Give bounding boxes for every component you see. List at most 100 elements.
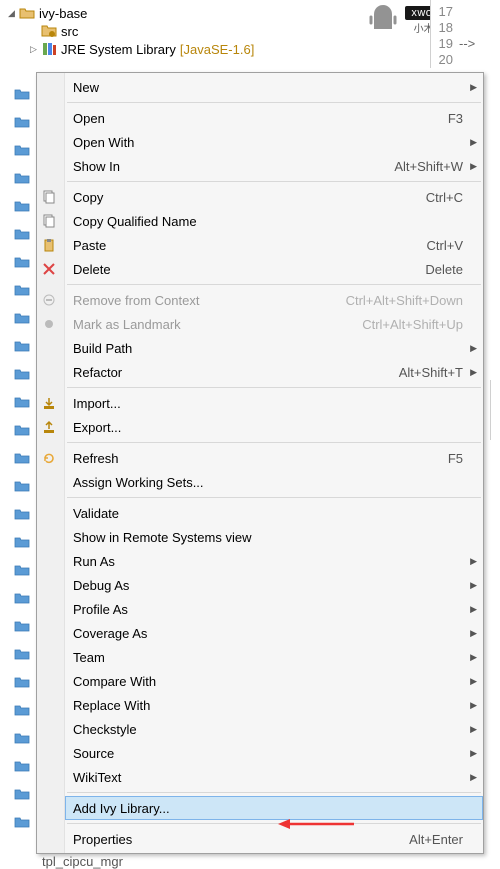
submenu-arrow-icon: ▶ bbox=[470, 604, 477, 615]
menu-item-compare-with[interactable]: Compare With▶ bbox=[65, 669, 483, 693]
menu-item-shortcut: Alt+Enter bbox=[397, 832, 463, 847]
menu-item-run-as[interactable]: Run As▶ bbox=[65, 549, 483, 573]
menu-separator bbox=[67, 442, 481, 443]
menu-item-import[interactable]: Import... bbox=[65, 391, 483, 415]
jre-library[interactable]: ▷ JRE System Library [JavaSE-1.6] bbox=[6, 40, 500, 58]
folder-icon bbox=[14, 170, 30, 186]
folder-icon bbox=[14, 86, 30, 102]
menu-item-properties[interactable]: PropertiesAlt+Enter bbox=[65, 827, 483, 851]
background-project-item[interactable] bbox=[14, 528, 30, 556]
menu-item-export[interactable]: Export... bbox=[65, 415, 483, 439]
background-project-item[interactable] bbox=[14, 612, 30, 640]
menu-item-new[interactable]: New▶ bbox=[65, 75, 483, 99]
context-menu[interactable]: New▶OpenF3Open With▶Show InAlt+Shift+W▶C… bbox=[36, 72, 484, 854]
menu-item-open-with[interactable]: Open With▶ bbox=[65, 130, 483, 154]
background-project-item[interactable] bbox=[14, 640, 30, 668]
folder-icon bbox=[14, 730, 30, 746]
background-project-item[interactable] bbox=[14, 500, 30, 528]
menu-item-shortcut: F5 bbox=[436, 451, 463, 466]
background-projects bbox=[14, 80, 30, 836]
background-project-item[interactable] bbox=[14, 248, 30, 276]
menu-item-paste[interactable]: PasteCtrl+V bbox=[65, 233, 483, 257]
background-project-item[interactable] bbox=[14, 472, 30, 500]
submenu-arrow-icon: ▶ bbox=[470, 580, 477, 591]
background-project-item[interactable] bbox=[14, 808, 30, 836]
background-project-item[interactable] bbox=[14, 724, 30, 752]
menu-item-checkstyle[interactable]: Checkstyle ▶ bbox=[65, 717, 483, 741]
line-number: 17 bbox=[431, 4, 459, 20]
menu-item-refresh[interactable]: RefreshF5 bbox=[65, 446, 483, 470]
code-text: --> bbox=[459, 36, 475, 52]
menu-item-source[interactable]: Source▶ bbox=[65, 741, 483, 765]
submenu-arrow-icon: ▶ bbox=[470, 724, 477, 735]
menu-separator bbox=[67, 181, 481, 182]
background-project-item[interactable] bbox=[14, 752, 30, 780]
menu-item-copy-qualified-name[interactable]: Copy Qualified Name bbox=[65, 209, 483, 233]
menu-item-label: Paste bbox=[73, 238, 415, 253]
background-project-item[interactable] bbox=[14, 220, 30, 248]
menu-item-team[interactable]: Team▶ bbox=[65, 645, 483, 669]
menu-item-validate[interactable]: Validate bbox=[65, 501, 483, 525]
submenu-arrow-icon: ▶ bbox=[470, 700, 477, 711]
background-project-item[interactable] bbox=[14, 136, 30, 164]
android-icon bbox=[365, 2, 401, 38]
folder-icon bbox=[14, 478, 30, 494]
background-project-item[interactable] bbox=[14, 164, 30, 192]
menu-item-label: Profile As bbox=[73, 602, 463, 617]
background-project-item[interactable] bbox=[14, 304, 30, 332]
expand-arrow-icon[interactable]: ▷ bbox=[28, 44, 39, 55]
menu-item-assign-working-sets[interactable]: Assign Working Sets... bbox=[65, 470, 483, 494]
menu-item-add-ivy-library[interactable]: Add Ivy Library... bbox=[65, 796, 483, 820]
background-project-item[interactable] bbox=[14, 360, 30, 388]
submenu-arrow-icon: ▶ bbox=[470, 343, 477, 354]
background-project-item[interactable] bbox=[14, 416, 30, 444]
menu-separator bbox=[67, 102, 481, 103]
background-project-item[interactable] bbox=[14, 388, 30, 416]
menu-item-label: Compare With bbox=[73, 674, 463, 689]
background-project-item[interactable] bbox=[14, 668, 30, 696]
menu-item-show-in[interactable]: Show InAlt+Shift+W▶ bbox=[65, 154, 483, 178]
background-project-item[interactable] bbox=[14, 332, 30, 360]
menu-item-show-in-remote-systems-view[interactable]: Show in Remote Systems view bbox=[65, 525, 483, 549]
menu-item-build-path[interactable]: Build Path▶ bbox=[65, 336, 483, 360]
menu-item-replace-with[interactable]: Replace With▶ bbox=[65, 693, 483, 717]
copy-icon bbox=[41, 189, 57, 205]
menu-item-debug-as[interactable]: Debug As▶ bbox=[65, 573, 483, 597]
export-icon bbox=[41, 419, 57, 435]
menu-item-label: Show In bbox=[73, 159, 382, 174]
folder-icon bbox=[14, 422, 30, 438]
background-project-item[interactable] bbox=[14, 192, 30, 220]
background-project-item[interactable] bbox=[14, 696, 30, 724]
menu-item-label: Mark as Landmark bbox=[73, 317, 350, 332]
collapse-arrow-icon[interactable]: ◢ bbox=[6, 8, 17, 19]
folder-icon bbox=[14, 394, 30, 410]
menu-item-label: Checkstyle bbox=[73, 722, 463, 737]
menu-item-profile-as[interactable]: Profile As ▶ bbox=[65, 597, 483, 621]
menu-item-coverage-as[interactable]: Coverage As▶ bbox=[65, 621, 483, 645]
line-number: 18 bbox=[431, 20, 459, 36]
menu-separator bbox=[67, 792, 481, 793]
menu-item-copy[interactable]: CopyCtrl+C bbox=[65, 185, 483, 209]
menu-item-shortcut: F3 bbox=[436, 111, 463, 126]
menu-item-label: WikiText bbox=[73, 770, 463, 785]
folder-icon bbox=[14, 310, 30, 326]
menu-separator bbox=[67, 284, 481, 285]
menu-item-label: Coverage As bbox=[73, 626, 463, 641]
menu-item-label: Properties bbox=[73, 832, 397, 847]
src-label: src bbox=[61, 24, 78, 39]
menu-item-label: Export... bbox=[73, 420, 463, 435]
background-project-item[interactable] bbox=[14, 444, 30, 472]
menu-item-shortcut: Alt+Shift+W bbox=[382, 159, 463, 174]
background-project-item[interactable] bbox=[14, 80, 30, 108]
menu-separator bbox=[67, 823, 481, 824]
menu-item-delete[interactable]: DeleteDelete bbox=[65, 257, 483, 281]
background-project-item[interactable] bbox=[14, 556, 30, 584]
project-icon bbox=[19, 5, 35, 21]
menu-item-wikitext[interactable]: WikiText▶ bbox=[65, 765, 483, 789]
background-project-item[interactable] bbox=[14, 108, 30, 136]
menu-item-refactor[interactable]: RefactorAlt+Shift+T▶ bbox=[65, 360, 483, 384]
background-project-item[interactable] bbox=[14, 276, 30, 304]
background-project-item[interactable] bbox=[14, 780, 30, 808]
background-project-item[interactable] bbox=[14, 584, 30, 612]
menu-item-open[interactable]: OpenF3 bbox=[65, 106, 483, 130]
